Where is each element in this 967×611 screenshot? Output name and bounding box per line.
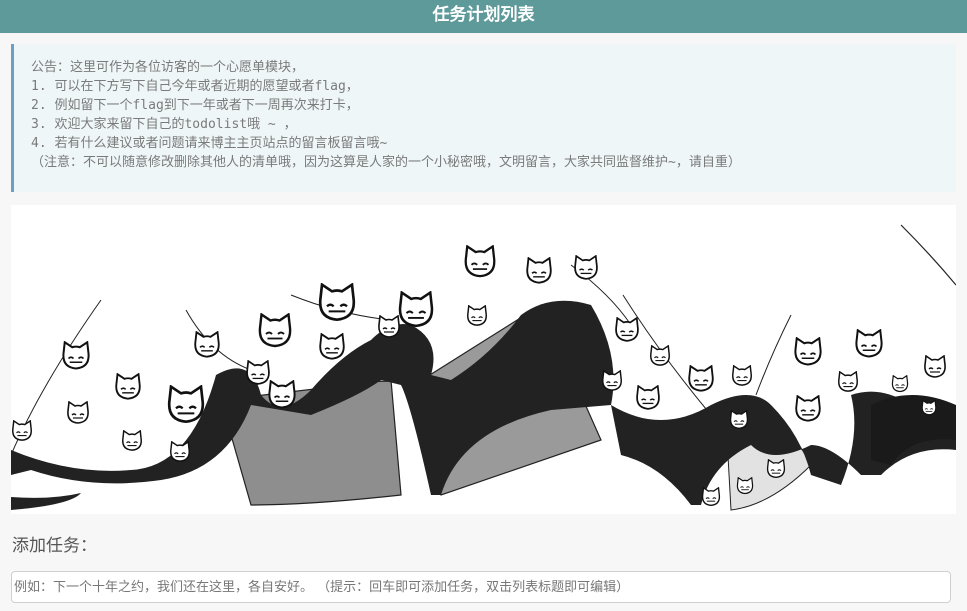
add-task-input[interactable] — [11, 571, 951, 603]
announcement-line: （注意：不可以随意修改删除其他人的清单哦，因为这算是人家的一个小秘密哦，文明留言… — [31, 155, 741, 170]
cat-pattern-illustration — [11, 205, 956, 514]
announcement-panel: 公告：这里可作为各位访客的一个心愿单模块， 1. 可以在下方写下自己今年或者近期… — [11, 44, 956, 192]
announcement-line: 3. 欢迎大家来留下自己的todolist哦 ~ ， — [31, 117, 297, 132]
announcement-line: 公告：这里可作为各位访客的一个心愿单模块， — [31, 60, 305, 75]
announcement-line: 1. 可以在下方写下自己今年或者近期的愿望或者flag， — [31, 79, 359, 94]
add-task-label: 添加任务： — [12, 536, 97, 556]
announcement-line: 2. 例如留下一个flag到下一年或者下一周再次来打卡， — [31, 98, 359, 113]
decorative-banner-image — [11, 205, 956, 514]
announcement-line: 4. 若有什么建议或者问题请来博主主页站点的留言板留言哦~ — [31, 136, 388, 151]
page-title: 任务计划列表 — [0, 0, 967, 33]
